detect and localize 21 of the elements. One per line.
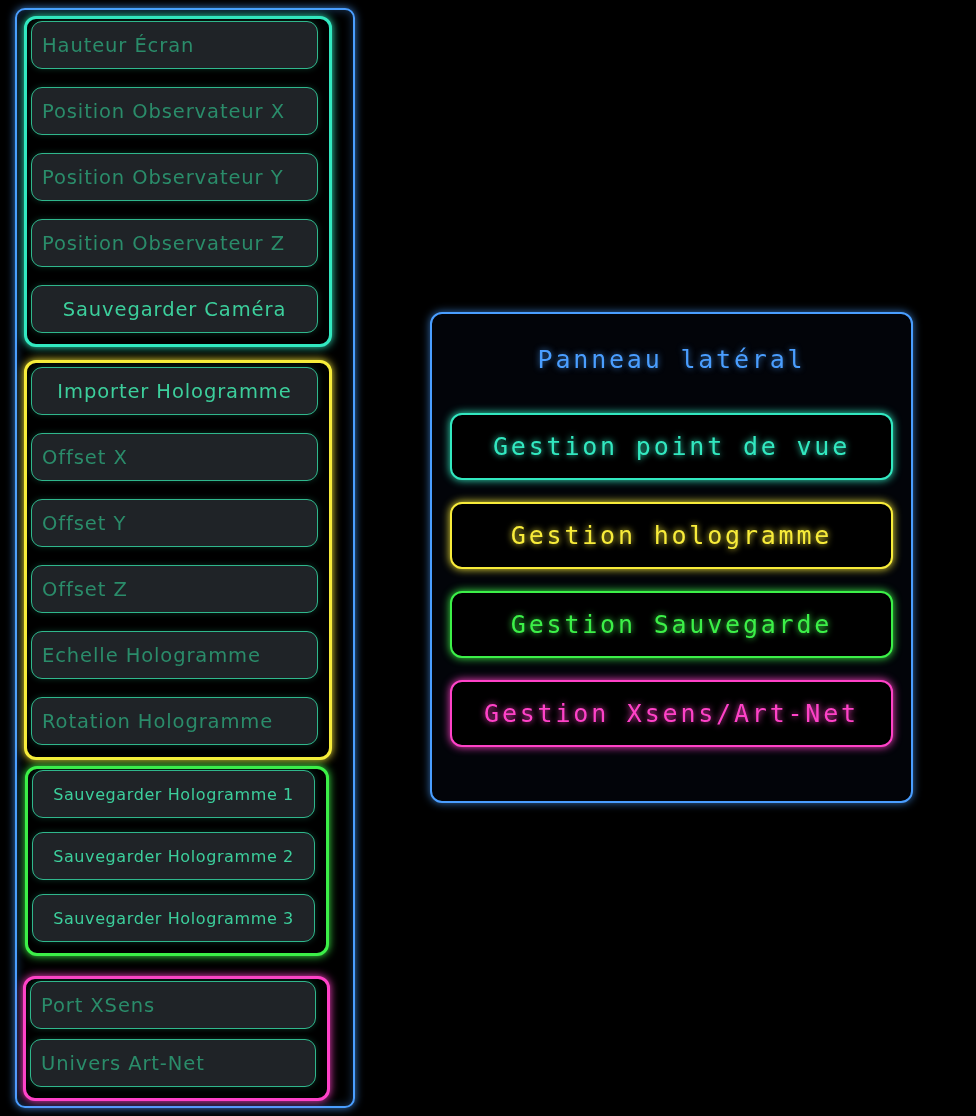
- section-button[interactable]: Gestion Xsens/Art-Net: [450, 680, 893, 747]
- input-field[interactable]: Offset Y: [31, 499, 318, 547]
- action-button[interactable]: Importer Hologramme: [31, 367, 318, 415]
- section-button[interactable]: Gestion hologramme: [450, 502, 893, 569]
- section-button[interactable]: Gestion Sauvegarde: [450, 591, 893, 658]
- input-field[interactable]: Port XSens: [30, 981, 316, 1029]
- input-field[interactable]: Position Observateur X: [31, 87, 318, 135]
- section-button[interactable]: Gestion point de vue: [450, 413, 893, 480]
- input-field[interactable]: Hauteur Écran: [31, 21, 318, 69]
- action-button[interactable]: Sauvegarder Hologramme 1: [32, 770, 315, 818]
- input-field[interactable]: Position Observateur Y: [31, 153, 318, 201]
- input-field[interactable]: Rotation Hologramme: [31, 697, 318, 745]
- input-field[interactable]: Echelle Hologramme: [31, 631, 318, 679]
- input-field[interactable]: Univers Art-Net: [30, 1039, 316, 1087]
- action-button[interactable]: Sauvegarder Caméra: [31, 285, 318, 333]
- input-field[interactable]: Offset X: [31, 433, 318, 481]
- input-field[interactable]: Position Observateur Z: [31, 219, 318, 267]
- action-button[interactable]: Sauvegarder Hologramme 3: [32, 894, 315, 942]
- panel-title: Panneau latéral: [537, 344, 806, 376]
- input-field[interactable]: Offset Z: [31, 565, 318, 613]
- action-button[interactable]: Sauvegarder Hologramme 2: [32, 832, 315, 880]
